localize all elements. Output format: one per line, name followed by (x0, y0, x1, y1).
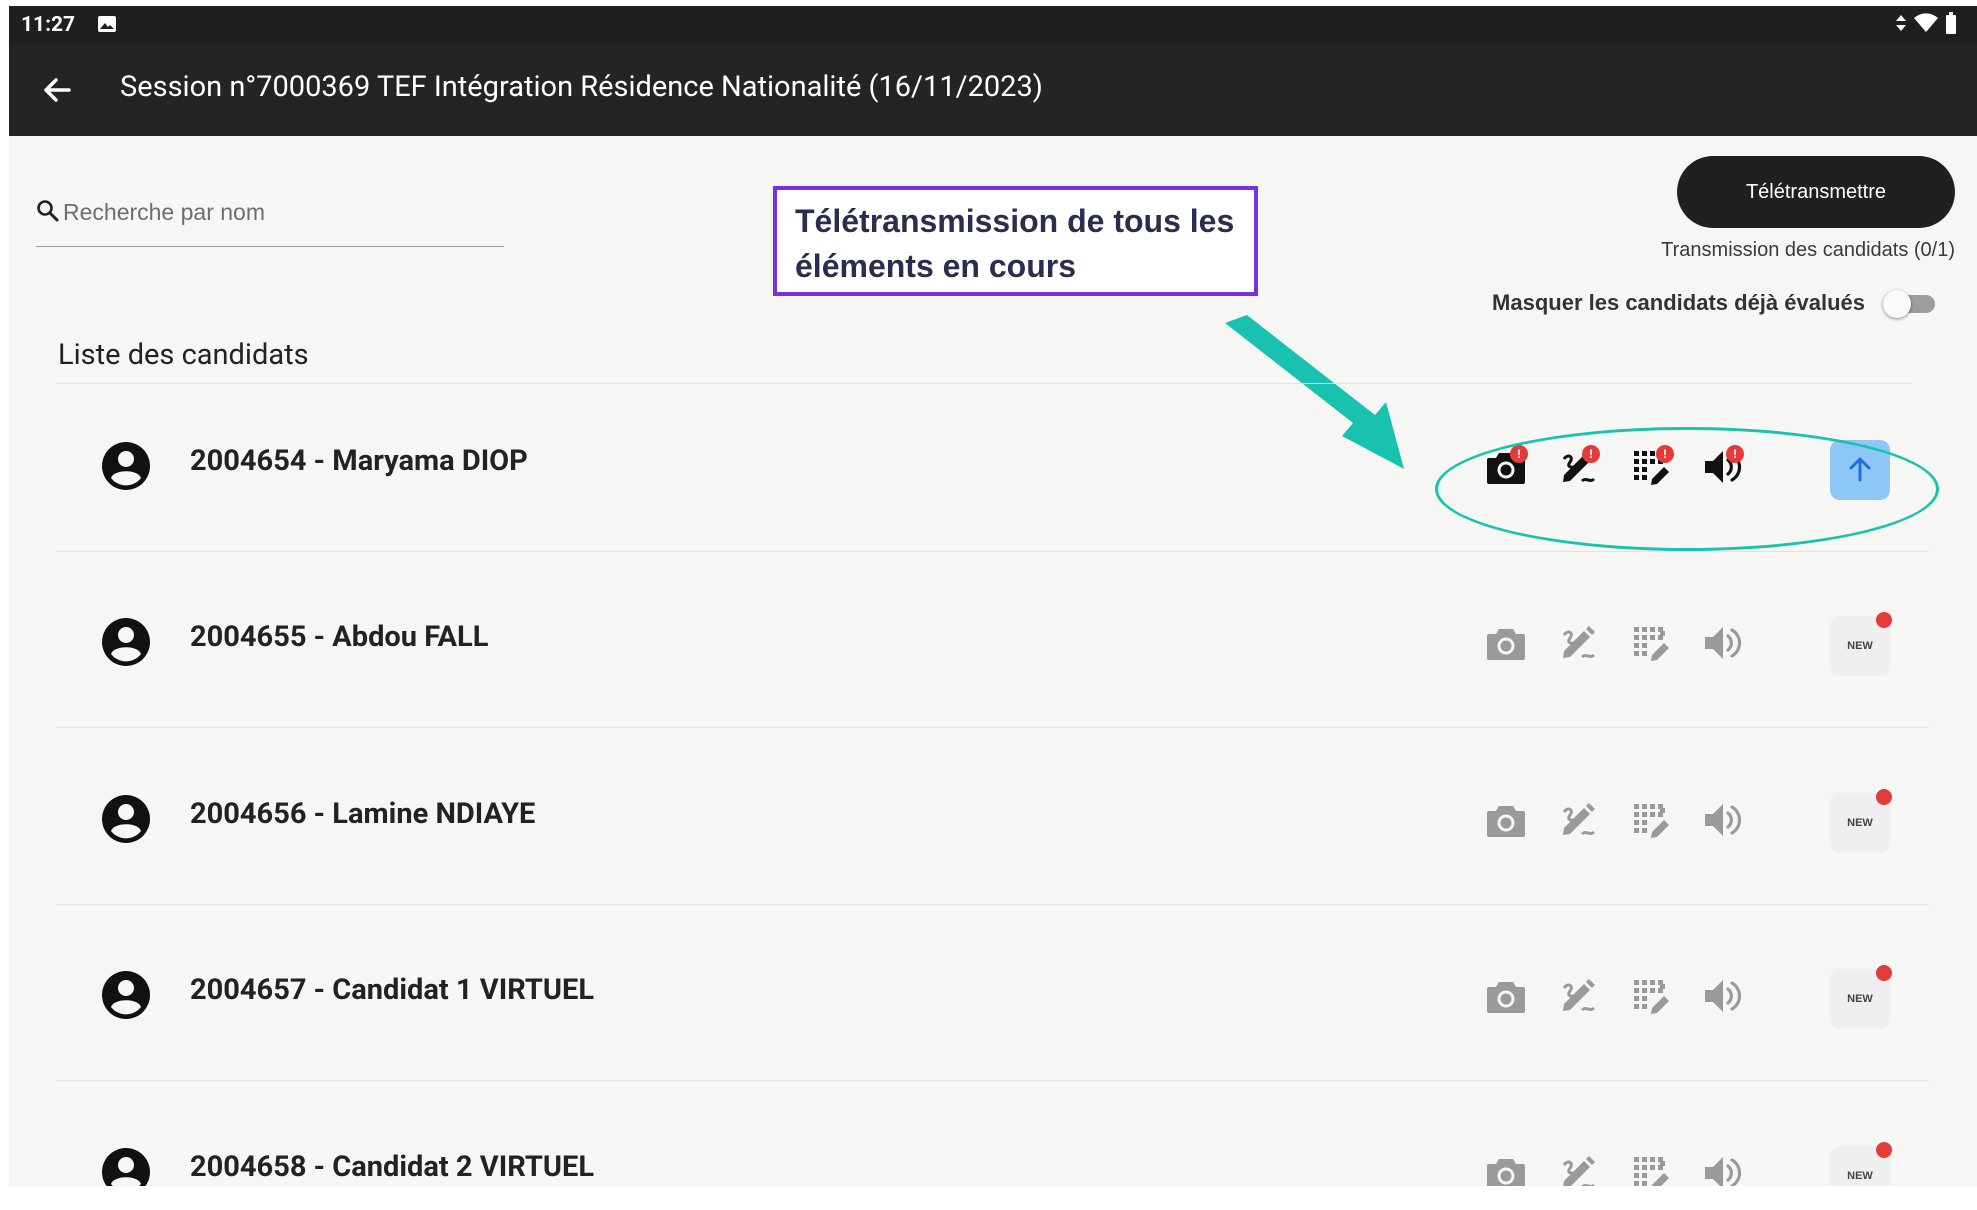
alert-badge-icon: ! (1510, 445, 1528, 463)
notification-dot-icon (1876, 789, 1892, 805)
candidate-row[interactable]: 2004654 - Maryama DIOP!!!! (56, 376, 1929, 552)
callout-line-2: éléments en cours (795, 248, 1076, 284)
audio-icon[interactable] (1700, 1151, 1744, 1186)
search-input[interactable] (63, 190, 493, 234)
search-bar (36, 190, 504, 247)
candidate-status-icons (1484, 798, 1804, 842)
candidate-name: 2004657 - Candidat 1 VIRTUEL (190, 973, 595, 1007)
notification-dot-icon (1876, 1142, 1892, 1158)
annotation-callout: Télétransmission de tous les éléments en… (773, 186, 1258, 296)
notification-dot-icon (1876, 612, 1892, 628)
candidate-row[interactable]: 2004656 - Lamine NDIAYE NEW (56, 729, 1929, 905)
candidate-status-icons (1484, 621, 1804, 665)
battery-icon (1945, 12, 1957, 38)
camera-icon[interactable] (1484, 621, 1528, 665)
session-title: Session n°7000369 TEF Intégration Réside… (120, 70, 1043, 104)
back-arrow-icon[interactable] (39, 72, 75, 108)
status-bar: 11:27 (9, 6, 1977, 44)
alert-badge-icon: ! (1656, 445, 1674, 463)
new-badge-button[interactable]: NEW (1830, 789, 1892, 853)
candidate-name: 2004654 - Maryama DIOP (190, 444, 528, 478)
signature-icon[interactable]: ! (1556, 445, 1600, 489)
signature-icon[interactable] (1556, 621, 1600, 665)
candidate-list-title: Liste des candidats (58, 338, 309, 372)
alert-badge-icon: ! (1726, 445, 1744, 463)
image-notification-icon (97, 14, 117, 38)
new-badge-label: NEW (1847, 640, 1873, 652)
search-icon (36, 199, 60, 227)
hide-evaluated-label: Masquer les candidats déjà évalués (1492, 290, 1865, 315)
callout-line-1: Télétransmission de tous les (795, 203, 1235, 239)
upload-button[interactable] (1830, 440, 1890, 500)
account-circle-icon (100, 440, 152, 492)
camera-icon[interactable] (1484, 1151, 1528, 1186)
app-bar: Session n°7000369 TEF Intégration Réside… (9, 44, 1977, 136)
tablet-screen: 11:27 Session n°7000369 TEF Intégration … (9, 6, 1977, 1186)
audio-icon[interactable] (1700, 621, 1744, 665)
candidate-row[interactable]: 2004655 - Abdou FALL NEW (56, 552, 1929, 728)
new-badge-button[interactable]: NEW (1830, 965, 1892, 1029)
candidate-status-icons: !!!! (1484, 445, 1804, 489)
camera-icon[interactable]: ! (1484, 445, 1528, 489)
transmission-status: Transmission des candidats (0/1) (1661, 239, 1955, 261)
account-circle-icon (100, 616, 152, 668)
alert-badge-icon: ! (1582, 445, 1600, 463)
signature-icon[interactable] (1556, 974, 1600, 1018)
candidate-row[interactable]: 2004657 - Candidat 1 VIRTUEL NEW (56, 905, 1929, 1081)
audio-icon[interactable] (1700, 798, 1744, 842)
answer-grid-icon[interactable] (1630, 974, 1674, 1018)
candidate-name: 2004655 - Abdou FALL (190, 620, 489, 654)
candidate-status-icons (1484, 1151, 1804, 1186)
audio-icon[interactable]: ! (1700, 445, 1744, 489)
arrow-up-icon (1849, 457, 1871, 481)
teletransmit-button[interactable]: Télétransmettre (1677, 156, 1955, 228)
candidate-row[interactable]: 2004658 - Candidat 2 VIRTUEL NEW (56, 1082, 1929, 1186)
status-time: 11:27 (21, 13, 76, 37)
audio-icon[interactable] (1700, 974, 1744, 1018)
status-icons (1895, 12, 1957, 38)
wifi-icon (1913, 13, 1939, 37)
hide-evaluated-row: Masquer les candidats déjà évalués (1492, 288, 1937, 318)
camera-icon[interactable] (1484, 974, 1528, 1018)
new-badge-label: NEW (1847, 993, 1873, 1005)
toggle-thumb (1883, 290, 1911, 318)
data-transfer-icon (1895, 13, 1907, 37)
candidate-name: 2004656 - Lamine NDIAYE (190, 797, 536, 831)
answer-grid-icon[interactable] (1630, 1151, 1674, 1186)
candidate-status-icons (1484, 974, 1804, 1018)
account-circle-icon (100, 793, 152, 845)
camera-icon[interactable] (1484, 798, 1528, 842)
new-badge-label: NEW (1847, 1170, 1873, 1182)
new-badge-button[interactable]: NEW (1830, 1142, 1892, 1186)
signature-icon[interactable] (1556, 1151, 1600, 1186)
candidate-name: 2004658 - Candidat 2 VIRTUEL (190, 1150, 595, 1184)
notification-dot-icon (1876, 965, 1892, 981)
account-circle-icon (100, 969, 152, 1021)
account-circle-icon (100, 1146, 152, 1186)
answer-grid-icon[interactable] (1630, 798, 1674, 842)
answer-grid-icon[interactable] (1630, 621, 1674, 665)
hide-evaluated-toggle[interactable] (1883, 288, 1937, 318)
signature-icon[interactable] (1556, 798, 1600, 842)
new-badge-button[interactable]: NEW (1830, 612, 1892, 676)
answer-grid-icon[interactable]: ! (1630, 445, 1674, 489)
new-badge-label: NEW (1847, 817, 1873, 829)
